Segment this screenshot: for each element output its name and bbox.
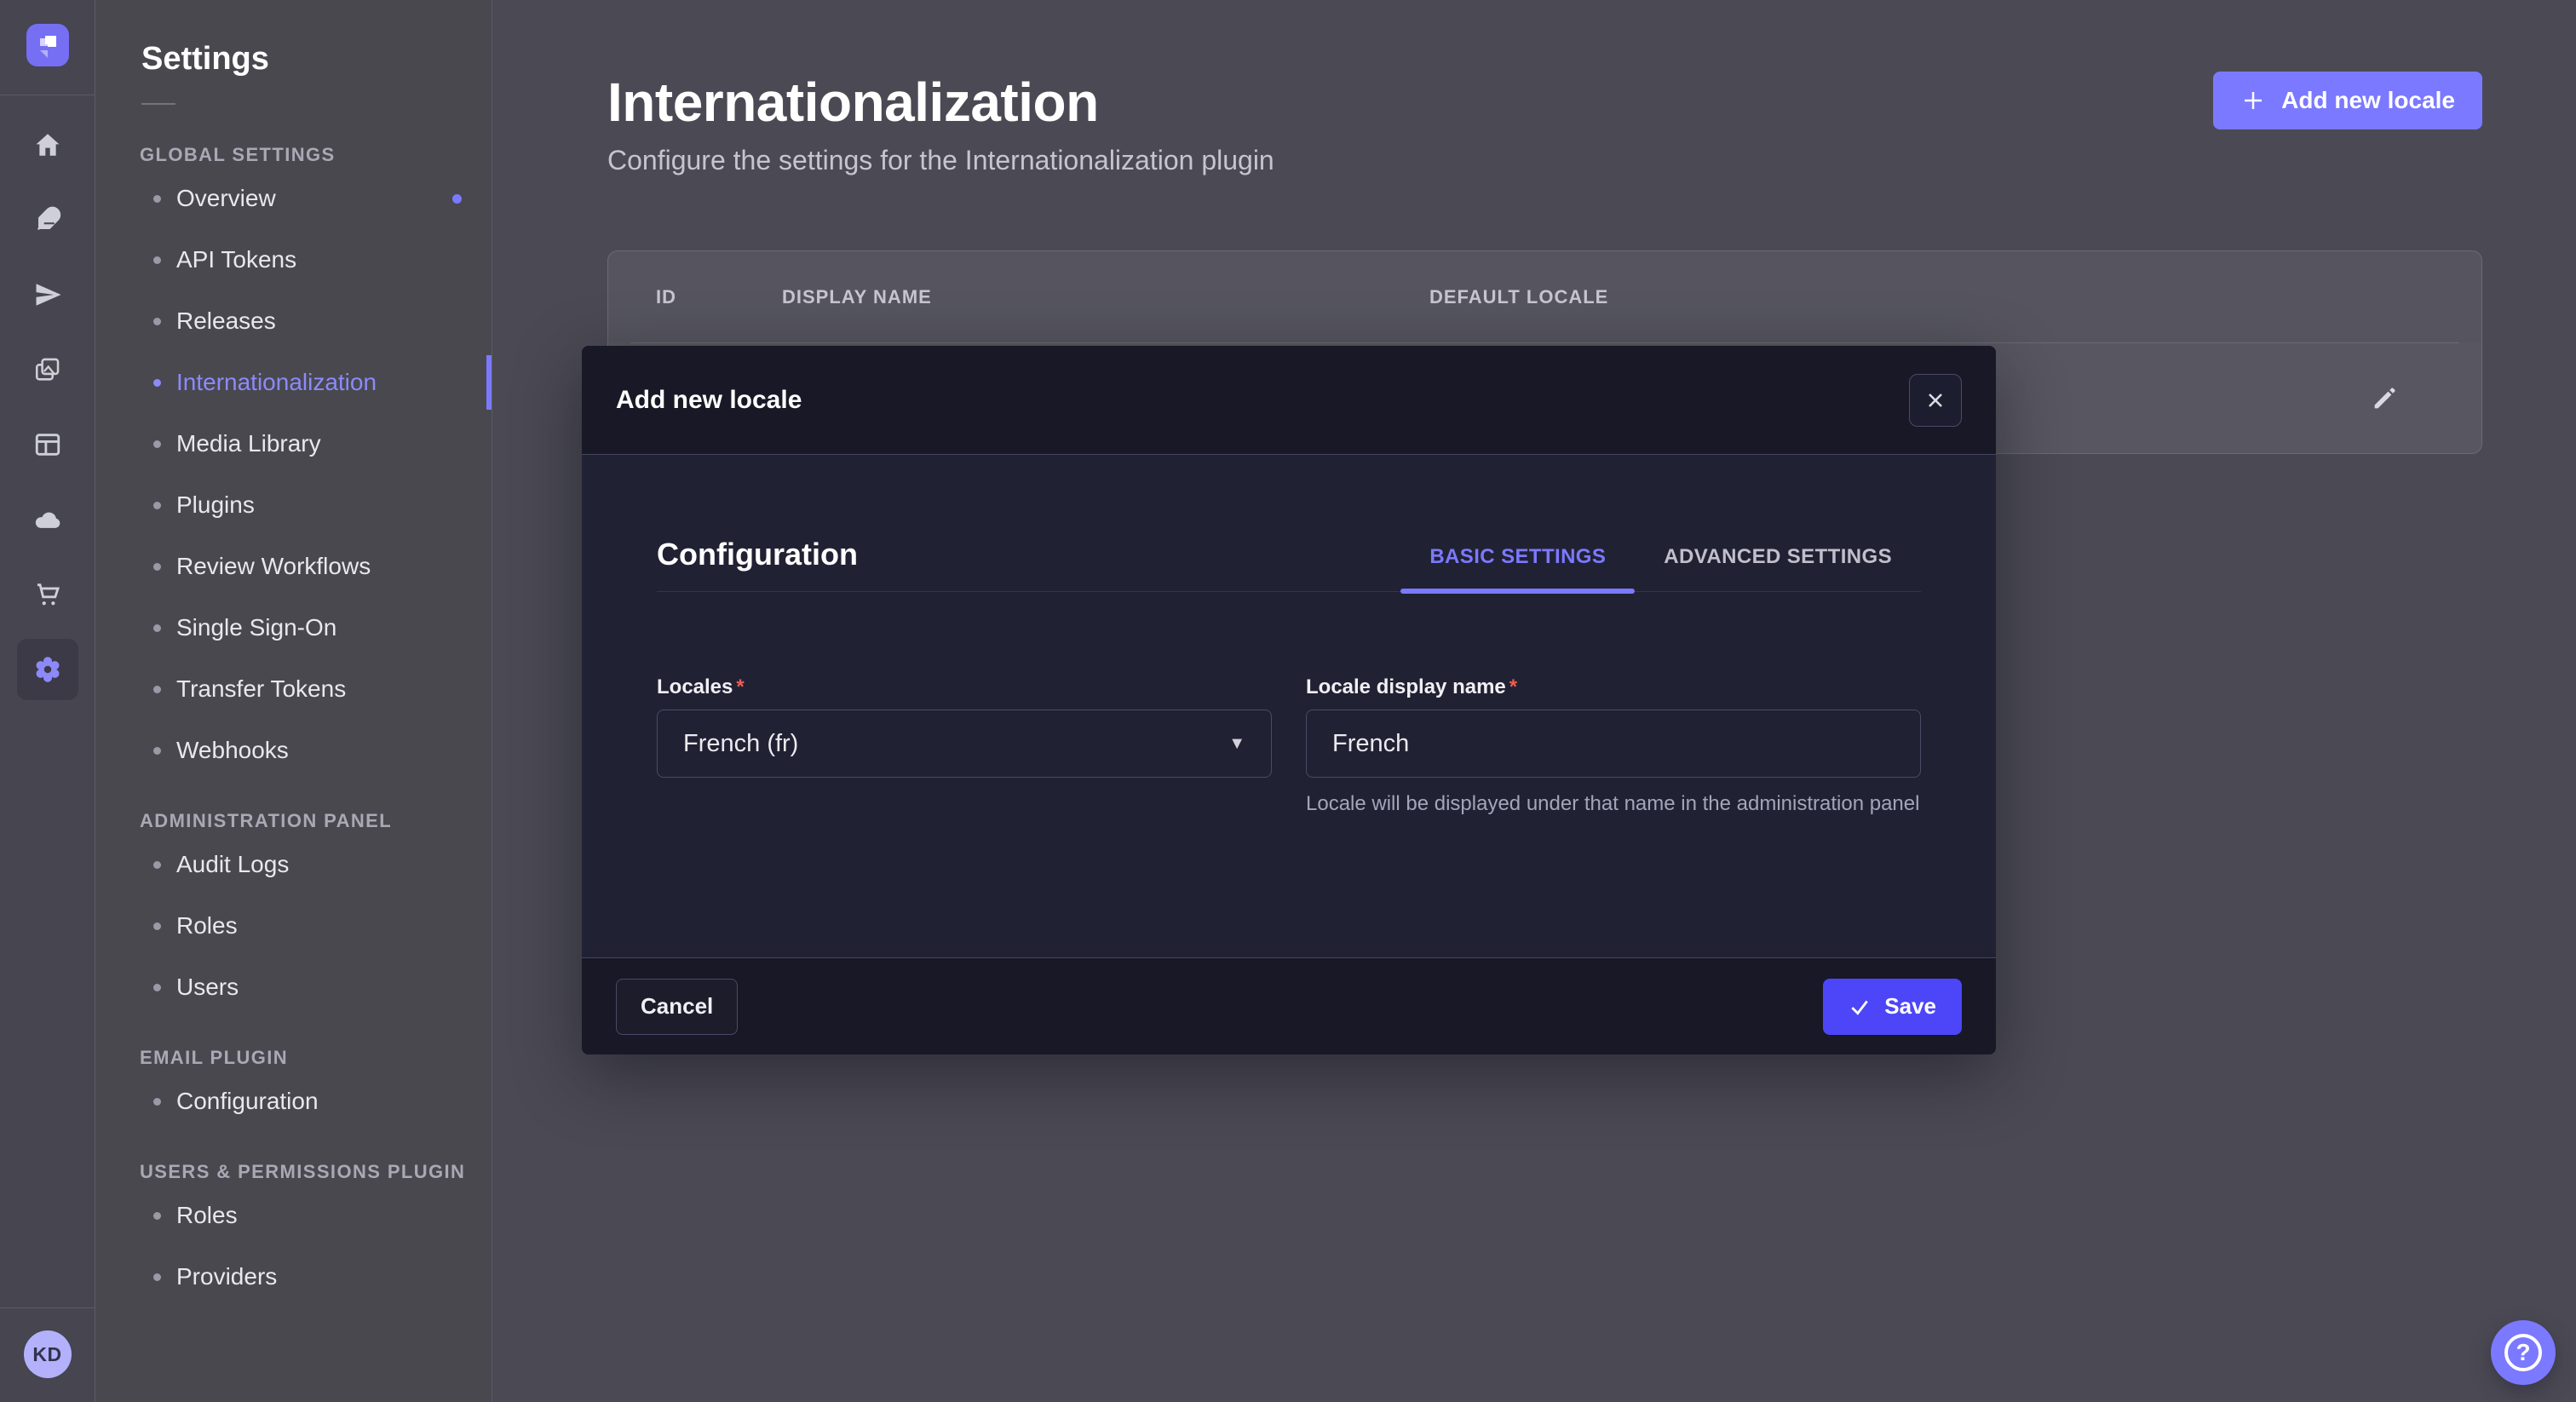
plus-icon — [2240, 88, 2266, 113]
close-modal-button[interactable] — [1909, 374, 1962, 427]
sidebar-item-api-tokens[interactable]: API Tokens — [95, 229, 492, 290]
page-title: Internationalization — [607, 72, 1274, 133]
bullet-icon — [153, 861, 161, 869]
close-icon — [1925, 390, 1946, 411]
display-name-input[interactable] — [1306, 710, 1921, 778]
bullet-icon — [153, 922, 161, 930]
settings-sidebar: Settings GLOBAL SETTINGS Overview API To… — [95, 0, 492, 1402]
add-new-locale-button[interactable]: Add new locale — [2213, 72, 2482, 129]
images-icon[interactable] — [17, 339, 78, 400]
sidebar-item-internationalization[interactable]: Internationalization — [95, 352, 492, 413]
modal-title: Add new locale — [616, 386, 802, 415]
sidebar-item-transfer-tokens[interactable]: Transfer Tokens — [95, 658, 492, 720]
sidebar-item-admin-users[interactable]: Users — [95, 957, 492, 1018]
locales-label: Locales — [657, 675, 733, 699]
bullet-icon — [153, 256, 161, 264]
sidebar-item-plugins[interactable]: Plugins — [95, 474, 492, 536]
pencil-icon — [2370, 384, 2399, 413]
section-global-settings: GLOBAL SETTINGS — [95, 142, 492, 168]
sidebar-item-releases[interactable]: Releases — [95, 290, 492, 352]
bullet-icon — [153, 1098, 161, 1106]
locales-select[interactable]: French (fr) ▼ — [657, 710, 1272, 778]
avatar-divider — [0, 1307, 95, 1308]
settings-sidebar-title: Settings — [95, 41, 492, 78]
column-header-display-name: DISPLAY NAME — [782, 286, 1429, 308]
locales-field: Locales* French (fr) ▼ — [657, 675, 1272, 819]
chevron-down-icon: ▼ — [1228, 734, 1245, 754]
strapi-logo-icon — [27, 25, 68, 66]
sidebar-item-up-providers[interactable]: Providers — [95, 1246, 492, 1307]
settings-gear-icon[interactable] — [17, 639, 78, 700]
home-icon[interactable] — [17, 114, 78, 175]
configuration-heading: Configuration — [657, 537, 858, 591]
sidebar-item-up-roles[interactable]: Roles — [95, 1185, 492, 1246]
bullet-icon — [153, 563, 161, 571]
column-header-default-locale: DEFAULT LOCALE — [1429, 286, 2297, 308]
page-subtitle: Configure the settings for the Internati… — [607, 143, 1274, 177]
bullet-icon — [153, 502, 161, 509]
bullet-icon — [153, 1212, 161, 1220]
required-asterisk: * — [736, 675, 744, 699]
bullet-icon — [153, 195, 161, 203]
sidebar-item-email-configuration[interactable]: Configuration — [95, 1071, 492, 1132]
cloud-icon[interactable] — [17, 489, 78, 550]
main-icon-sidebar: KD — [0, 0, 95, 1402]
bullet-icon — [153, 624, 161, 632]
modal-header: Add new locale — [582, 346, 1996, 455]
sidebar-item-review-workflows[interactable]: Review Workflows — [95, 536, 492, 597]
sidebar-item-admin-roles[interactable]: Roles — [95, 895, 492, 957]
sidebar-item-webhooks[interactable]: Webhooks — [95, 720, 492, 781]
sidebar-item-media-library[interactable]: Media Library — [95, 413, 492, 474]
send-icon[interactable] — [17, 264, 78, 325]
check-icon — [1849, 996, 1871, 1018]
section-email-plugin: EMAIL PLUGIN — [95, 1045, 492, 1071]
sidebar-item-audit-logs[interactable]: Audit Logs — [95, 834, 492, 895]
settings-tabs: BASIC SETTINGS ADVANCED SETTINGS — [1400, 545, 1921, 591]
bullet-icon — [153, 379, 161, 387]
tab-advanced-settings[interactable]: ADVANCED SETTINGS — [1635, 545, 1921, 591]
section-administration-panel: ADMINISTRATION PANEL — [95, 808, 492, 834]
feather-icon[interactable] — [17, 189, 78, 250]
required-asterisk: * — [1509, 675, 1517, 699]
display-name-field: Locale display name* Locale will be disp… — [1306, 675, 1921, 819]
strapi-admin-app: KD Settings GLOBAL SETTINGS Overview API… — [0, 0, 2576, 1402]
column-header-id: ID — [656, 286, 782, 308]
question-mark-icon: ? — [2504, 1334, 2542, 1371]
sidebar-item-overview[interactable]: Overview — [95, 168, 492, 229]
cancel-button[interactable]: Cancel — [616, 979, 738, 1035]
cart-icon[interactable] — [17, 564, 78, 625]
save-button[interactable]: Save — [1823, 979, 1962, 1035]
modal-footer: Cancel Save — [582, 957, 1996, 1054]
title-rule — [141, 103, 175, 105]
bullet-icon — [153, 440, 161, 448]
bullet-icon — [153, 747, 161, 755]
strapi-logo[interactable] — [26, 24, 69, 66]
user-avatar[interactable]: KD — [24, 1330, 72, 1378]
sidebar-item-single-sign-on[interactable]: Single Sign-On — [95, 597, 492, 658]
help-button[interactable]: ? — [2491, 1320, 2556, 1385]
table-header-row: ID DISPLAY NAME DEFAULT LOCALE — [608, 251, 2481, 342]
notification-dot — [452, 194, 462, 204]
tab-basic-settings[interactable]: BASIC SETTINGS — [1400, 545, 1635, 591]
main-nav-icons — [17, 114, 78, 700]
bullet-icon — [153, 686, 161, 693]
add-locale-modal: Add new locale Configuration BASIC SETTI… — [582, 346, 1996, 1054]
section-users-permissions-plugin: USERS & PERMISSIONS PLUGIN — [95, 1159, 492, 1185]
bullet-icon — [153, 318, 161, 325]
bullet-icon — [153, 984, 161, 991]
bullet-icon — [153, 1273, 161, 1281]
edit-locale-button[interactable] — [2360, 375, 2408, 422]
display-name-label: Locale display name — [1306, 675, 1506, 699]
display-name-hint: Locale will be displayed under that name… — [1306, 790, 1921, 819]
modal-body: Configuration BASIC SETTINGS ADVANCED SE… — [582, 455, 1996, 957]
layout-icon[interactable] — [17, 414, 78, 475]
